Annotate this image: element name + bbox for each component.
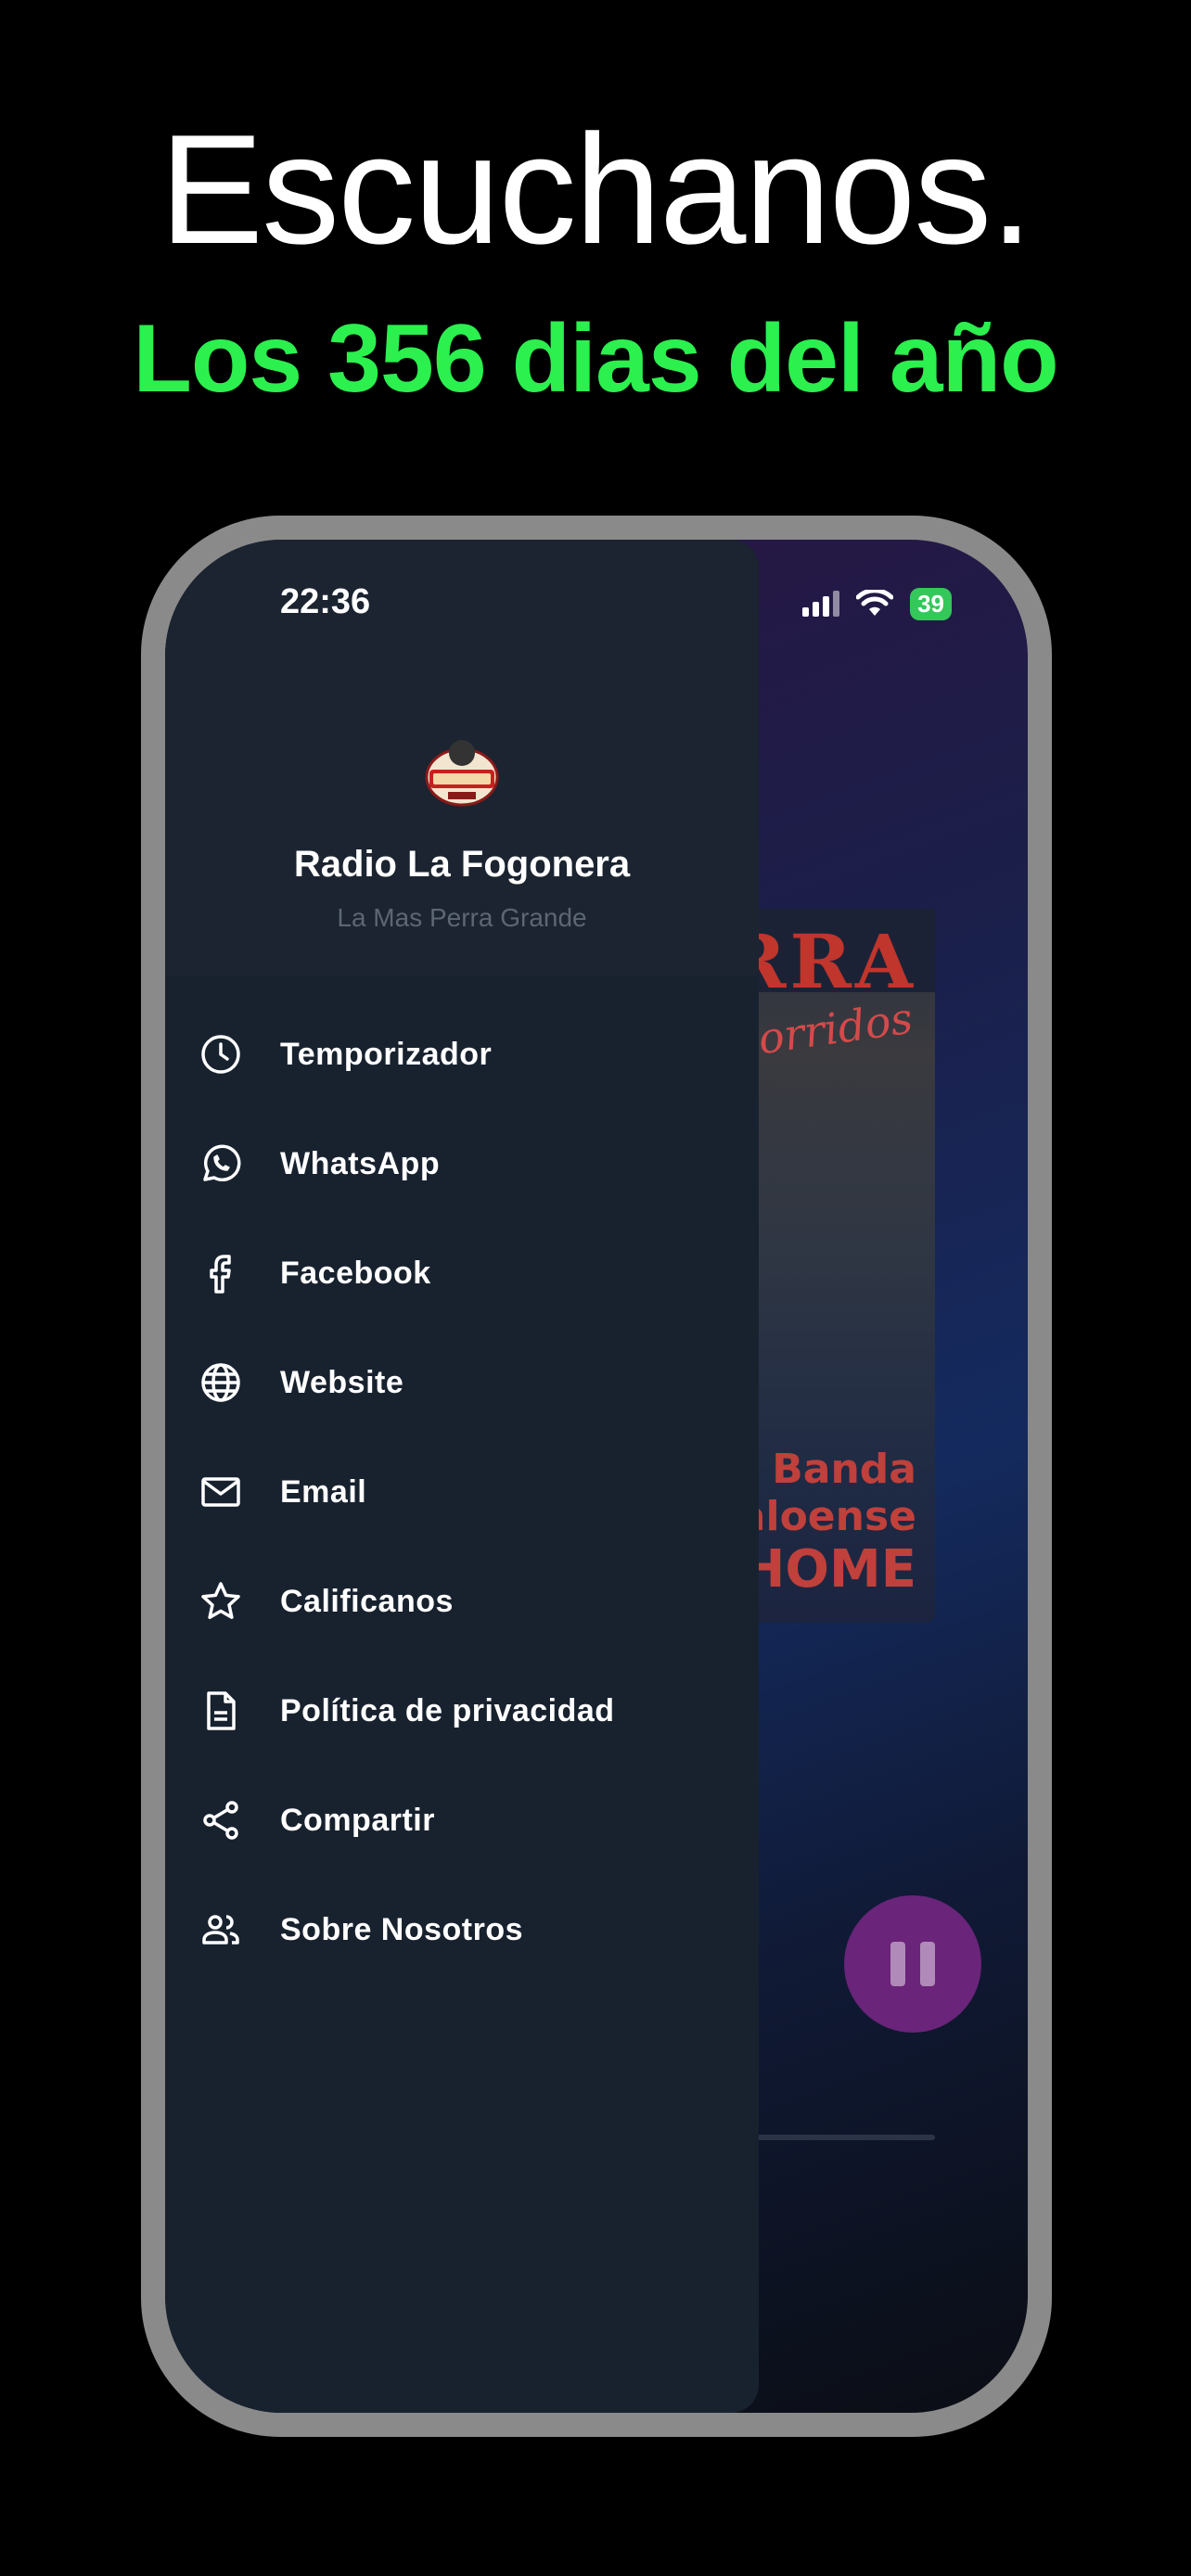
phone-screen: RRA orridos on Banda naloense HOME 39 22… bbox=[165, 540, 1028, 2413]
status-time: 22:36 bbox=[280, 582, 371, 621]
wifi-icon bbox=[856, 590, 894, 617]
status-indicators: 39 bbox=[802, 588, 952, 620]
facebook-icon bbox=[197, 1249, 245, 1297]
menu-label: WhatsApp bbox=[280, 1145, 441, 1181]
menu-label: Facebook bbox=[280, 1255, 431, 1291]
promo-headline: Escuchanos. bbox=[160, 102, 1033, 276]
menu-label: Sobre Nosotros bbox=[280, 1911, 524, 1947]
menu-item-facebook[interactable]: Facebook bbox=[165, 1218, 759, 1328]
drawer-menu: Temporizador WhatsApp Facebook Website E… bbox=[165, 1000, 759, 1984]
menu-item-whatsapp[interactable]: WhatsApp bbox=[165, 1109, 759, 1218]
signal-icon bbox=[802, 591, 840, 618]
phone-frame: RRA orridos on Banda naloense HOME 39 22… bbox=[141, 516, 1052, 2437]
menu-item-email[interactable]: Email bbox=[165, 1437, 759, 1547]
menu-item-calificanos[interactable]: Calificanos bbox=[165, 1547, 759, 1656]
drawer-header: 22:36 Radio La Fogonera La Mas Perra Gra… bbox=[165, 540, 759, 976]
menu-item-sobre-nosotros[interactable]: Sobre Nosotros bbox=[165, 1875, 759, 1984]
navigation-drawer: 22:36 Radio La Fogonera La Mas Perra Gra… bbox=[165, 540, 759, 2413]
menu-item-temporizador[interactable]: Temporizador bbox=[165, 1000, 759, 1109]
app-name: Radio La Fogonera bbox=[293, 844, 631, 885]
menu-label: Calificanos bbox=[280, 1583, 454, 1619]
share-icon bbox=[197, 1796, 245, 1844]
document-icon bbox=[197, 1687, 245, 1735]
menu-label: Temporizador bbox=[280, 1036, 493, 1072]
menu-item-compartir[interactable]: Compartir bbox=[165, 1766, 759, 1875]
globe-icon bbox=[197, 1358, 245, 1407]
whatsapp-icon bbox=[197, 1140, 245, 1188]
menu-label: Email bbox=[280, 1473, 367, 1510]
battery-icon: 39 bbox=[910, 588, 952, 620]
promo-subline: Los 356 dias del año bbox=[133, 305, 1058, 413]
menu-label: Política de privacidad bbox=[280, 1692, 615, 1728]
radio-la-fogonera-logo bbox=[425, 740, 499, 807]
menu-item-privacy-policy[interactable]: Política de privacidad bbox=[165, 1656, 759, 1766]
mail-icon bbox=[197, 1468, 245, 1516]
clock-icon bbox=[197, 1030, 245, 1078]
menu-label: Website bbox=[280, 1364, 404, 1400]
app-tagline: La Mas Perra Grande bbox=[337, 903, 587, 932]
menu-item-website[interactable]: Website bbox=[165, 1328, 759, 1437]
pause-button[interactable] bbox=[844, 1895, 981, 2033]
star-icon bbox=[197, 1577, 245, 1626]
pause-icon bbox=[883, 1942, 942, 1986]
people-icon bbox=[197, 1906, 245, 1954]
menu-label: Compartir bbox=[280, 1802, 435, 1838]
